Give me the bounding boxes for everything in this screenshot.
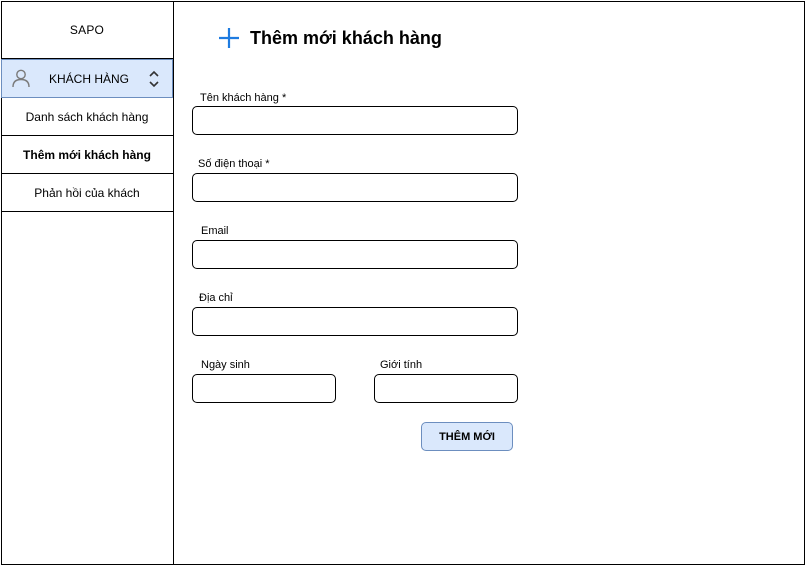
address-input[interactable] bbox=[192, 307, 518, 336]
sidebar-item-customer-feedback[interactable]: Phản hồi của khách bbox=[1, 174, 173, 212]
address-label: Địa chỉ bbox=[199, 292, 233, 304]
sidebar-item-customer-list[interactable]: Danh sách khách hàng bbox=[1, 98, 173, 136]
gender-label: Giới tính bbox=[380, 359, 423, 371]
page-title-text: Thêm mới khách hàng bbox=[250, 27, 442, 48]
sidebar-section-label: KHÁCH HÀNG bbox=[49, 72, 130, 86]
sidebar-item-add-customer[interactable]: Thêm mới khách hàng bbox=[1, 136, 173, 174]
sidebar-section-customers[interactable]: KHÁCH HÀNG bbox=[1, 59, 173, 98]
user-icon bbox=[12, 69, 30, 88]
page-title: Thêm mới khách hàng bbox=[218, 27, 442, 49]
phone-label: Số điện thoại * bbox=[198, 158, 270, 170]
sidebar: SAPO KHÁCH HÀNG Danh sách khách hàng Thê… bbox=[1, 1, 174, 565]
customer-name-label: Tên khách hàng * bbox=[200, 92, 287, 104]
chevron-up-down-icon[interactable] bbox=[148, 70, 160, 88]
email-input[interactable] bbox=[192, 240, 518, 269]
customer-name-input[interactable] bbox=[192, 106, 518, 135]
brand-logo: SAPO bbox=[1, 1, 173, 59]
birthday-label: Ngày sinh bbox=[201, 359, 250, 371]
gender-input[interactable] bbox=[374, 374, 518, 403]
phone-input[interactable] bbox=[192, 173, 518, 202]
plus-icon bbox=[219, 28, 239, 48]
birthday-input[interactable] bbox=[192, 374, 336, 403]
email-label: Email bbox=[201, 225, 229, 237]
add-customer-button[interactable]: THÊM MỚI bbox=[421, 422, 513, 451]
